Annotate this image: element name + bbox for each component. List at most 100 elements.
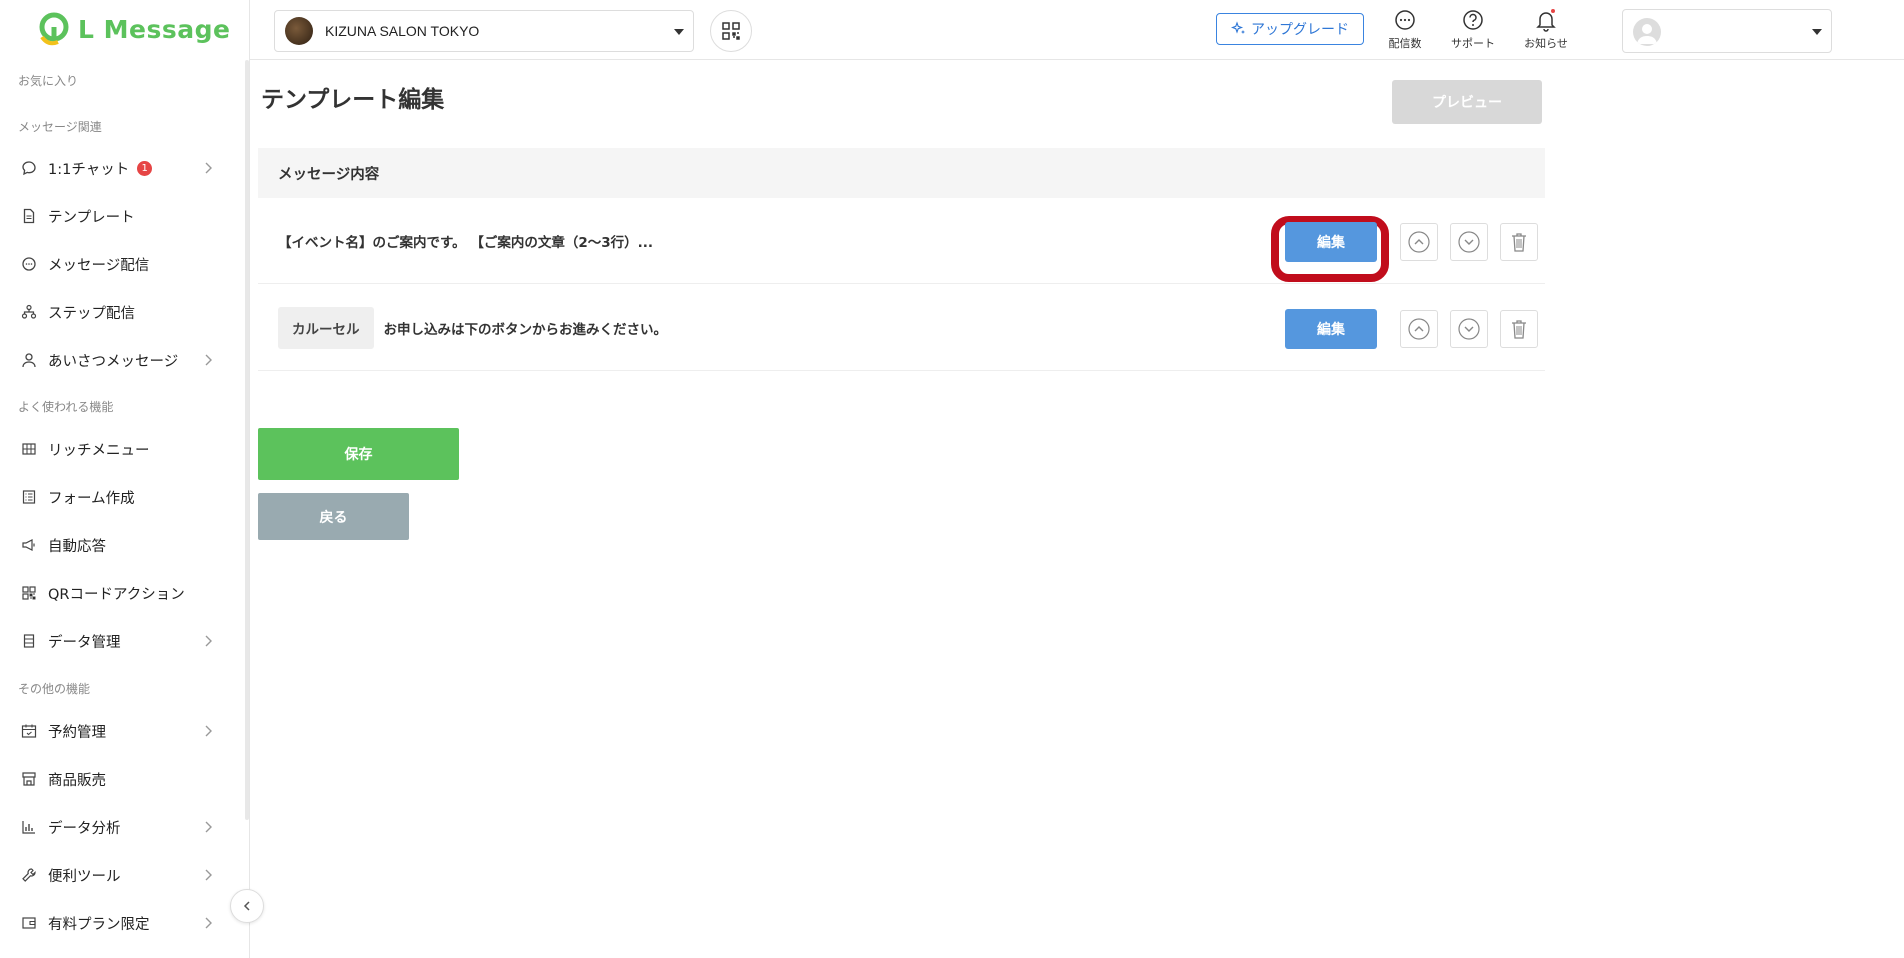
sidebar-item-greeting[interactable]: あいさつメッセージ bbox=[0, 340, 240, 380]
person-icon bbox=[20, 351, 38, 369]
sidebar-item-tools[interactable]: 便利ツール bbox=[0, 855, 240, 895]
qr-icon bbox=[20, 584, 38, 602]
message-row-text: 【イベント名】のご案内です。 【ご案内の文章（2〜3行）... bbox=[278, 235, 654, 251]
page-title: テンプレート編集 bbox=[261, 87, 445, 113]
chevron-right-icon bbox=[205, 162, 212, 174]
top-header: KIZUNA SALON TOKYO アップグレード 配信数 サポート お知らせ bbox=[250, 0, 1904, 60]
upgrade-label: アップグレード bbox=[1251, 22, 1349, 38]
sidebar-item-label: 便利ツール bbox=[48, 868, 121, 885]
sidebar-item-paid-plan[interactable]: 有料プラン限定 bbox=[0, 903, 240, 943]
sidebar-item-label: あいさつメッセージ bbox=[48, 353, 179, 370]
sidebar-item-label: QRコードアクション bbox=[48, 586, 185, 603]
chevron-right-icon bbox=[205, 917, 212, 929]
sidebar-item-label: リッチメニュー bbox=[48, 442, 150, 459]
message-row: 【イベント名】のご案内です。 【ご案内の文章（2〜3行）... 編集 bbox=[258, 198, 1545, 284]
qr-code-button[interactable] bbox=[710, 10, 752, 52]
message-count-icon bbox=[1395, 10, 1415, 30]
sidebar-item-template[interactable]: テンプレート bbox=[0, 196, 240, 236]
sidebar-item-form[interactable]: フォーム作成 bbox=[0, 477, 240, 517]
caret-down-icon bbox=[1812, 29, 1822, 35]
chevron-right-icon bbox=[205, 635, 212, 647]
support-button[interactable]: サポート bbox=[1443, 8, 1503, 51]
logo-mark-icon bbox=[39, 12, 69, 46]
move-up-button[interactable] bbox=[1400, 223, 1438, 261]
upgrade-button[interactable]: アップグレード bbox=[1216, 13, 1364, 45]
chat-icon bbox=[20, 159, 38, 177]
message-row-text-content: お申し込みは下のボタンからお進みください。 bbox=[383, 322, 668, 338]
sidebar-item-auto-reply[interactable]: 自動応答 bbox=[0, 525, 240, 565]
header-icon-label: サポート bbox=[1451, 37, 1495, 50]
sidebar: L Message お気に入り メッセージ関連 1:1チャット 1 テンプレート… bbox=[0, 0, 250, 958]
megaphone-icon bbox=[20, 536, 38, 554]
move-up-button[interactable] bbox=[1400, 310, 1438, 348]
sidebar-item-label: データ分析 bbox=[48, 820, 121, 837]
sidebar-item-label: ステップ配信 bbox=[48, 305, 135, 322]
message-content-header: メッセージ内容 bbox=[258, 148, 1545, 198]
chevron-right-icon bbox=[205, 354, 212, 366]
header-icon-label: お知らせ bbox=[1524, 37, 1568, 50]
sidebar-item-data-management[interactable]: データ管理 bbox=[0, 621, 240, 661]
message-count-button[interactable]: 配信数 bbox=[1375, 8, 1435, 51]
section-favorites: お気に入り bbox=[18, 74, 79, 88]
sidebar-item-step-broadcast[interactable]: ステップ配信 bbox=[0, 292, 240, 332]
sidebar-collapse-button[interactable] bbox=[230, 889, 264, 923]
app-root: L Message お気に入り メッセージ関連 1:1チャット 1 テンプレート… bbox=[0, 0, 1904, 958]
sidebar-item-label: 予約管理 bbox=[48, 724, 106, 741]
notifications-button[interactable]: お知らせ bbox=[1516, 8, 1576, 51]
database-icon bbox=[20, 632, 38, 650]
unread-badge: 1 bbox=[137, 160, 153, 176]
sidebar-item-label: メッセージ配信 bbox=[48, 257, 150, 274]
calendar-icon bbox=[20, 722, 38, 740]
edit-button[interactable]: 編集 bbox=[1285, 309, 1377, 349]
brand-logo[interactable]: L Message bbox=[38, 12, 230, 46]
sidebar-item-product-sales[interactable]: 商品販売 bbox=[0, 759, 240, 799]
chevron-right-icon bbox=[205, 869, 212, 881]
chevron-left-icon bbox=[243, 901, 250, 911]
move-down-button[interactable] bbox=[1450, 310, 1488, 348]
sidebar-item-qr-action[interactable]: QRコードアクション bbox=[0, 573, 240, 613]
chevron-up-circle-icon bbox=[1408, 231, 1430, 253]
document-icon bbox=[20, 207, 38, 225]
store-icon bbox=[20, 770, 38, 788]
sidebar-item-reservation[interactable]: 予約管理 bbox=[0, 711, 240, 751]
sidebar-item-chat[interactable]: 1:1チャット 1 bbox=[0, 148, 240, 188]
preview-button[interactable]: プレビュー bbox=[1392, 80, 1542, 124]
delete-button[interactable] bbox=[1500, 223, 1538, 261]
move-down-button[interactable] bbox=[1450, 223, 1488, 261]
trash-icon bbox=[1512, 320, 1526, 339]
user-menu[interactable] bbox=[1622, 9, 1832, 53]
sidebar-item-label: 自動応答 bbox=[48, 538, 106, 555]
sidebar-item-label: 有料プラン限定 bbox=[48, 916, 150, 933]
chevron-down-circle-icon bbox=[1458, 231, 1480, 253]
chevron-right-icon bbox=[205, 821, 212, 833]
sidebar-item-label: フォーム作成 bbox=[48, 490, 135, 507]
chevron-down-circle-icon bbox=[1458, 318, 1480, 340]
edit-button[interactable]: 編集 bbox=[1285, 222, 1377, 262]
bell-icon bbox=[1536, 9, 1556, 32]
section-other: その他の機能 bbox=[18, 682, 91, 696]
delete-button[interactable] bbox=[1500, 310, 1538, 348]
sidebar-item-rich-menu[interactable]: リッチメニュー bbox=[0, 429, 240, 469]
trash-icon bbox=[1512, 233, 1526, 252]
chart-icon bbox=[20, 818, 38, 836]
message-row-text: カルーセル お申し込みは下のボタンからお進みください。 bbox=[278, 285, 667, 371]
caret-down-icon bbox=[674, 29, 684, 35]
account-avatar bbox=[285, 17, 313, 45]
user-icon bbox=[1637, 24, 1657, 44]
sidebar-item-message-broadcast[interactable]: メッセージ配信 bbox=[0, 244, 240, 284]
save-button[interactable]: 保存 bbox=[258, 428, 459, 480]
sidebar-item-label: 1:1チャット bbox=[48, 161, 130, 178]
chevron-right-icon bbox=[205, 725, 212, 737]
sidebar-item-label: データ管理 bbox=[48, 634, 121, 651]
carousel-tag: カルーセル bbox=[278, 307, 374, 349]
sidebar-item-analytics[interactable]: データ分析 bbox=[0, 807, 240, 847]
message-row: カルーセル お申し込みは下のボタンからお進みください。 編集 bbox=[258, 285, 1545, 371]
brand-name: L Message bbox=[78, 14, 231, 44]
sidebar-item-label: 商品販売 bbox=[48, 772, 106, 789]
back-button[interactable]: 戻る bbox=[258, 493, 409, 540]
sidebar-scrollbar[interactable] bbox=[245, 60, 249, 820]
sidebar-item-label: テンプレート bbox=[48, 209, 135, 226]
grid-icon bbox=[20, 440, 38, 458]
support-icon bbox=[1463, 10, 1483, 30]
account-select[interactable]: KIZUNA SALON TOKYO bbox=[274, 10, 694, 52]
